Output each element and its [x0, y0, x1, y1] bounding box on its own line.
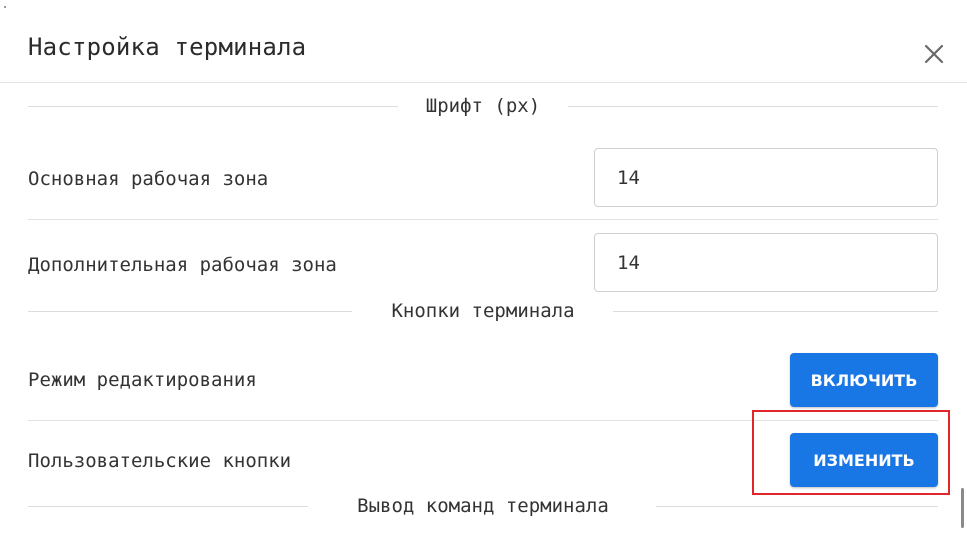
divider-line-right [568, 106, 938, 107]
row-separator [28, 219, 938, 220]
terminal-settings-dialog: Настройка терминала Шрифт (px) Основная … [0, 0, 967, 535]
custom-buttons-label: Пользовательские кнопки [28, 450, 292, 472]
secondary-area-label: Дополнительная рабочая зона [28, 254, 337, 276]
main-area-font-size-input[interactable] [594, 148, 938, 207]
main-area-label: Основная рабочая зона [28, 168, 269, 190]
divider-line-right [613, 311, 938, 312]
buttons-section-divider: Кнопки терминала [28, 299, 938, 323]
close-icon[interactable] [918, 38, 950, 70]
scrollbar[interactable] [961, 488, 964, 528]
secondary-area-font-size-input[interactable] [594, 233, 938, 292]
edit-mode-label: Режим редактирования [28, 369, 257, 391]
font-section-divider: Шрифт (px) [28, 94, 938, 118]
divider-line-right [656, 506, 938, 507]
dialog-header: Настройка терминала [0, 0, 967, 83]
dialog-title: Настройка терминала [28, 33, 307, 61]
close-icon-glyph [924, 44, 944, 64]
enable-edit-mode-button[interactable]: ВКЛЮЧИТЬ [790, 353, 938, 407]
highlight-box [752, 410, 950, 495]
output-section-divider: Вывод команд терминала [28, 494, 938, 518]
